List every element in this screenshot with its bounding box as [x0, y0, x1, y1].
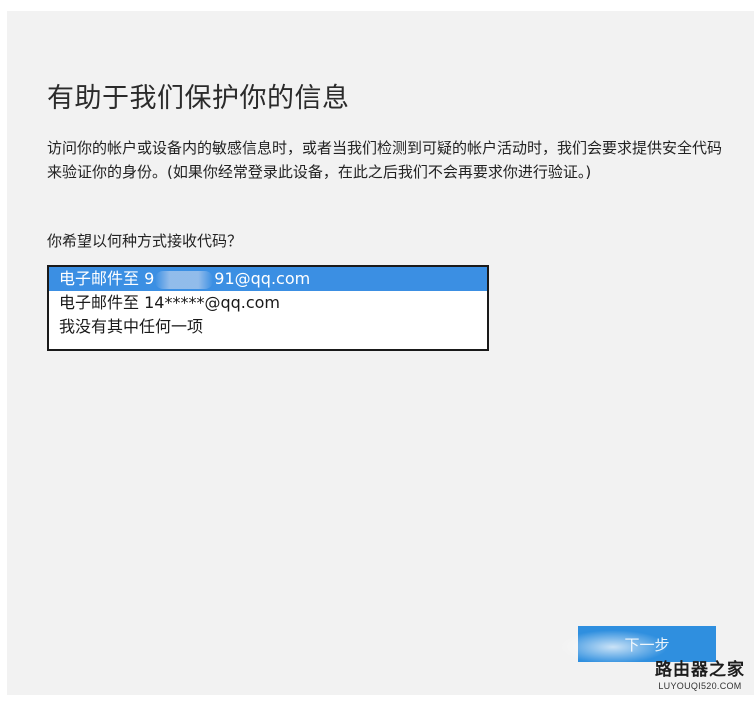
page-title: 有助于我们保护你的信息 — [47, 83, 350, 114]
redacted-mask — [155, 270, 214, 289]
option-email-1-suffix: 91@qq.com — [214, 269, 311, 288]
description-text: 访问你的帐户或设备内的敏感信息时，或者当我们检测到可疑的帐户活动时，我们会要求提… — [47, 139, 723, 181]
window: 有助于我们保护你的信息 访问你的帐户或设备内的敏感信息时，或者当我们检测到可疑的… — [0, 0, 755, 703]
verification-method-listbox[interactable]: 电子邮件至 9 91@qq.com 电子邮件至 14*****@qq.com 我没… — [47, 265, 489, 351]
option-none[interactable]: 我没有其中任何一项 — [49, 315, 487, 339]
option-email-1-prefix: 电子邮件至 9 — [59, 269, 155, 288]
question-label: 你希望以何种方式接收代码？ — [47, 232, 243, 250]
option-email-2[interactable]: 电子邮件至 14*****@qq.com — [49, 291, 487, 315]
next-button-label: 下一步 — [624, 636, 670, 654]
option-email-1[interactable]: 电子邮件至 9 91@qq.com — [49, 267, 487, 291]
next-button[interactable]: 下一步 — [578, 626, 716, 662]
